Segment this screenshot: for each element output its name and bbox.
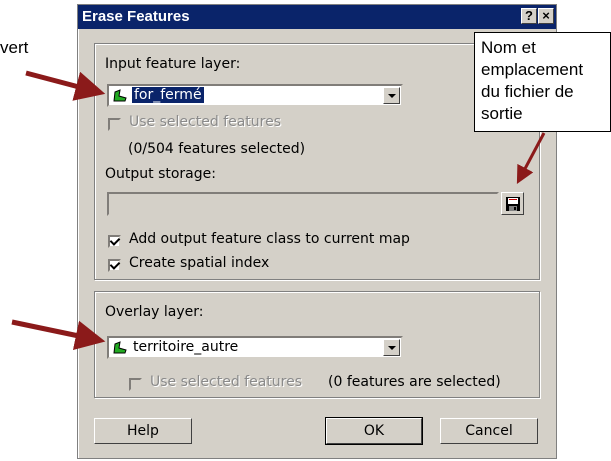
annotation-arrow-input-layer — [25, 70, 106, 101]
annotation-arrows — [11, 70, 546, 351]
annotation-arrow-overlay-layer — [11, 319, 106, 351]
annotation-arrow-save-button — [516, 132, 546, 184]
